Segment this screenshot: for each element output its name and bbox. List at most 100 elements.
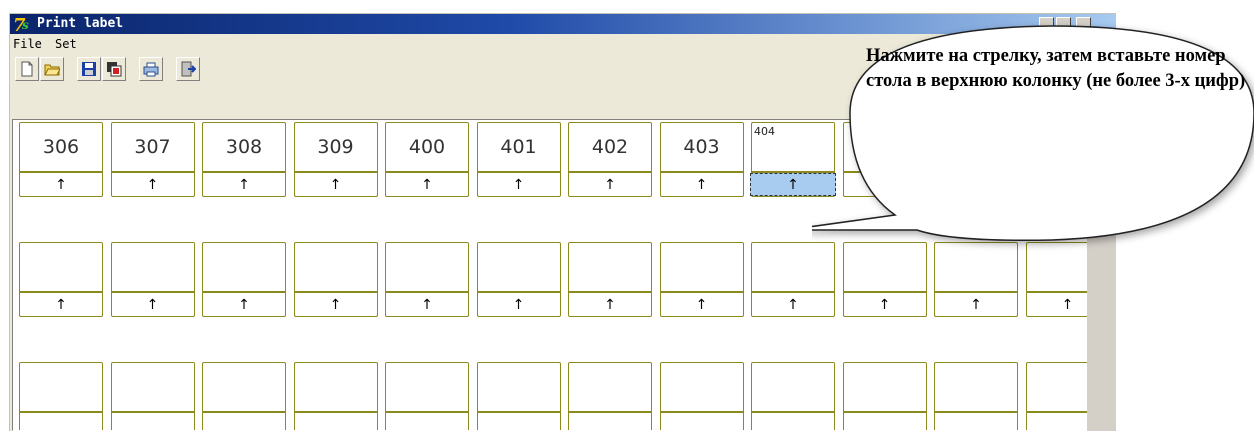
label-cell: ↑ [19,242,103,317]
table-number-field[interactable] [752,363,834,411]
up-arrow-button[interactable]: ↑ [661,294,743,316]
save-icon [82,62,96,76]
table-number-field[interactable]: 402 [569,123,651,171]
up-arrow-button[interactable]: ↑ [20,294,102,316]
up-arrow-button[interactable] [935,414,1017,430]
label-cell: 402 ↑ [568,122,652,197]
up-arrow-button[interactable]: ↑ [1027,294,1089,316]
table-number-field[interactable] [569,243,651,291]
up-arrow-button[interactable] [752,414,834,430]
table-number-field[interactable] [295,363,377,411]
up-arrow-button[interactable]: ↑ [295,174,377,196]
table-number-field[interactable] [386,363,468,411]
table-number-field[interactable] [935,363,1017,411]
label-cell: 307 ↑ [110,122,195,197]
up-arrow-button[interactable] [386,414,468,430]
print-icon [143,62,159,77]
up-arrow-button[interactable] [478,414,560,430]
new-file-icon [21,61,33,77]
label-cell: ↑ [385,242,469,317]
cell-divider [203,411,285,413]
up-arrow-button[interactable]: ↑ [935,294,1017,316]
label-cell: 308 ↑ [202,122,286,197]
cell-divider [294,291,377,293]
up-arrow-button[interactable]: ↑ [386,294,468,316]
up-arrow-button[interactable]: ↑ [203,174,285,196]
label-cell [1025,362,1089,430]
up-arrow-button[interactable]: ↑ [112,174,194,196]
label-cell [751,362,835,430]
table-number-field[interactable]: 401 [478,123,560,171]
up-arrow-button[interactable]: ↑ [20,174,102,196]
table-number-field[interactable] [295,243,377,291]
up-arrow-button[interactable]: ↑ [478,174,560,196]
cell-divider [20,291,102,293]
table-number-field[interactable] [203,363,285,411]
cell-divider [477,411,560,413]
label-cell: ↑ [110,242,195,317]
cell-divider [386,411,468,413]
up-arrow-button[interactable] [1027,414,1089,430]
cell-divider [477,291,560,293]
cell-divider [1026,291,1088,293]
table-number-field[interactable] [203,243,285,291]
up-arrow-button[interactable]: ↑ [844,294,926,316]
table-number-field[interactable]: 403 [661,123,743,171]
save-button[interactable] [77,57,101,81]
up-arrow-button[interactable]: ↑ [478,294,560,316]
up-arrow-button[interactable]: ↑ [295,294,377,316]
cell-divider [660,171,743,173]
cell-divider [569,171,651,173]
table-number-field[interactable] [478,363,560,411]
menu-file[interactable]: File [13,37,42,51]
up-arrow-button[interactable] [569,414,651,430]
table-number-field[interactable]: 308 [203,123,285,171]
up-arrow-button[interactable]: ↑ [752,294,834,316]
up-arrow-button[interactable] [20,414,102,430]
label-cell: 403 ↑ [659,122,744,197]
table-number-field[interactable] [569,363,651,411]
table-number-field[interactable] [386,243,468,291]
table-number-field[interactable] [661,243,743,291]
table-number-field[interactable] [20,363,102,411]
print-button[interactable] [139,57,163,81]
cell-divider [203,171,285,173]
cell-divider [294,171,377,173]
cell-divider [111,411,194,413]
save-as-button[interactable] [102,57,126,81]
exit-button[interactable] [176,57,200,81]
up-arrow-button[interactable]: ↑ [661,174,743,196]
label-cell: 306 ↑ [19,122,103,197]
label-cell [202,362,286,430]
up-arrow-button[interactable]: ↑ [569,294,651,316]
table-number-field[interactable]: 400 [386,123,468,171]
up-arrow-button[interactable] [112,414,194,430]
menu-set[interactable]: Set [55,37,77,51]
table-number-field[interactable] [1027,363,1089,411]
cell-divider [111,171,194,173]
up-arrow-button[interactable]: ↑ [112,294,194,316]
cell-divider [569,291,651,293]
table-number-field[interactable] [478,243,560,291]
table-number-field[interactable]: 306 [20,123,102,171]
cell-divider [569,411,651,413]
up-arrow-button[interactable] [844,414,926,430]
up-arrow-button[interactable]: ↑ [386,174,468,196]
table-number-field[interactable] [20,243,102,291]
table-number-field[interactable]: 307 [112,123,194,171]
up-arrow-button[interactable]: ↑ [203,294,285,316]
table-number-field[interactable] [112,363,194,411]
up-arrow-button[interactable] [661,414,743,430]
label-cell: ↑ [202,242,286,317]
new-file-button[interactable] [15,57,39,81]
table-number-field[interactable] [844,363,926,411]
up-arrow-button[interactable] [295,414,377,430]
up-arrow-button[interactable]: ↑ [569,174,651,196]
cell-divider [294,411,377,413]
open-button[interactable] [40,57,64,81]
up-arrow-button[interactable] [203,414,285,430]
table-number-field[interactable] [112,243,194,291]
label-cell: ↑ [293,242,378,317]
table-number-field[interactable] [661,363,743,411]
table-number-field[interactable]: 309 [295,123,377,171]
